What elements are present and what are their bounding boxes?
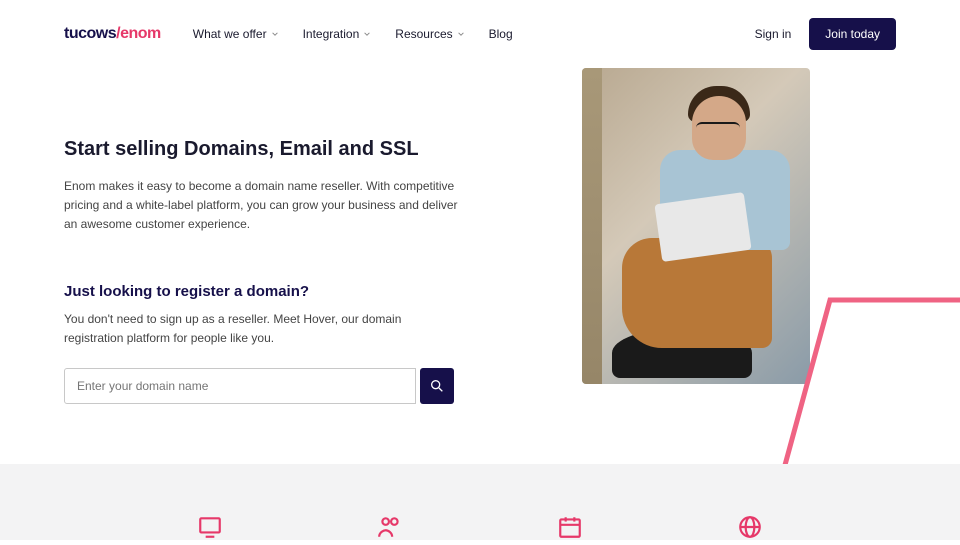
search-button[interactable] (420, 368, 454, 404)
screen-icon (197, 514, 223, 540)
domain-search (64, 368, 454, 404)
globe-icon (737, 514, 763, 540)
people-icon (377, 514, 403, 540)
nav-label: Integration (303, 27, 360, 41)
nav-resources[interactable]: Resources (395, 27, 464, 41)
search-icon (429, 378, 445, 394)
chevron-down-icon (363, 30, 371, 38)
nav-integration[interactable]: Integration (303, 27, 372, 41)
features-section (0, 464, 960, 540)
calendar-icon (557, 514, 583, 540)
hero-subtitle: Just looking to register a domain? (64, 283, 463, 300)
hero-title: Start selling Domains, Email and SSL (64, 138, 463, 161)
chevron-down-icon (271, 30, 279, 38)
join-button[interactable]: Join today (809, 18, 896, 50)
nav-label: What we offer (193, 27, 267, 41)
nav-label: Resources (395, 27, 452, 41)
nav-what-we-offer[interactable]: What we offer (193, 27, 279, 41)
logo[interactable]: tucows/enom (64, 25, 161, 43)
hero-subdescription: You don't need to sign up as a reseller.… (64, 310, 463, 348)
logo-enom: enom (120, 25, 161, 43)
domain-input[interactable] (64, 368, 416, 404)
logo-tucows: tucows (64, 25, 116, 43)
signin-link[interactable]: Sign in (755, 27, 792, 41)
chevron-down-icon (457, 30, 465, 38)
main-nav: What we offer Integration Resources Blog (193, 27, 513, 41)
nav-blog[interactable]: Blog (489, 27, 513, 41)
hero-description: Enom makes it easy to become a domain na… (64, 177, 463, 235)
nav-label: Blog (489, 27, 513, 41)
